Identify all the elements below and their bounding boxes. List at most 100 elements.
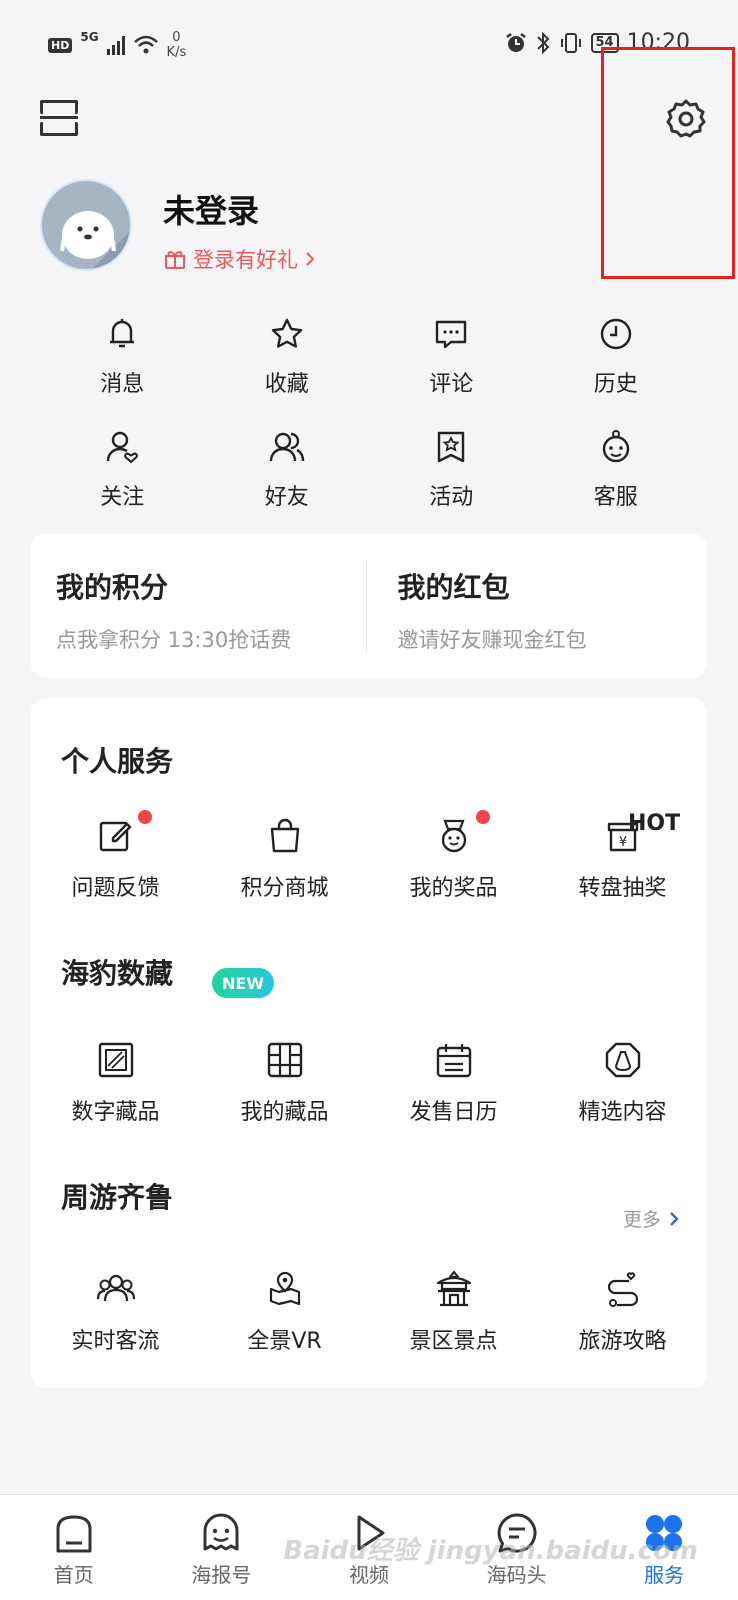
net-speed: 0 K/s	[167, 30, 187, 60]
home-icon	[56, 1515, 92, 1553]
new-badge: NEW	[212, 968, 274, 998]
service-item-label: 我的藏品	[240, 1100, 329, 1125]
quick-item-friends[interactable]: 好友	[205, 429, 370, 542]
prize-icon	[441, 819, 466, 853]
quick-item-comments[interactable]: 评论	[369, 316, 534, 429]
quick-item-label: 活动	[429, 485, 474, 510]
bluetooth-icon	[536, 31, 549, 54]
quick-item-label: 关注	[100, 485, 145, 510]
service-item-selected-content[interactable]: 精选内容	[538, 1040, 707, 1126]
quick-item-follow[interactable]: 关注	[40, 429, 205, 542]
quick-item-messages[interactable]: 消息	[40, 316, 205, 429]
network-type: 5G	[80, 30, 99, 44]
section-title-digital: 海豹数藏	[61, 957, 174, 990]
star-icon	[271, 318, 302, 348]
my-redpack[interactable]: 我的红包 邀请好友赚现金红包	[365, 560, 708, 652]
avatar[interactable]	[40, 179, 132, 271]
poster-icon	[203, 1513, 239, 1551]
service-item-release-calendar[interactable]: 发售日历	[369, 1040, 538, 1126]
vibrate-icon	[560, 32, 581, 53]
crowd-icon	[96, 1274, 135, 1302]
service-item-label: 发售日历	[409, 1100, 498, 1125]
activity-icon	[438, 431, 465, 463]
service-item-label: 我的奖品	[409, 876, 498, 901]
service-item-travel-guide[interactable]: 旅游攻略	[538, 1269, 707, 1355]
net-speed-value: 0	[172, 30, 181, 45]
service-item-label: 转盘抽奖	[578, 876, 667, 901]
chevron-right-icon	[670, 1211, 679, 1226]
bag-icon	[270, 818, 299, 853]
service-item-crowd[interactable]: 实时客流	[31, 1269, 200, 1355]
quick-item-activities[interactable]: 活动	[369, 429, 534, 542]
feedback-icon	[99, 821, 131, 852]
service-item-label: 全景VR	[247, 1329, 322, 1354]
clock-icon	[600, 318, 631, 350]
quick-actions: 消息 收藏 评论 历史 关注 好友 活动 客服	[40, 316, 698, 542]
net-speed-unit: K/s	[166, 45, 187, 60]
service-icon	[602, 430, 629, 463]
quick-item-label: 好友	[264, 485, 309, 510]
username[interactable]: 未登录	[163, 186, 259, 232]
wifi-icon	[133, 35, 158, 54]
alarm-icon	[505, 32, 526, 52]
svg-text:¥: ¥	[618, 835, 626, 850]
route-icon	[607, 1272, 638, 1307]
service-item-vr[interactable]: 全景VR	[200, 1269, 369, 1355]
quick-item-label: 客服	[593, 485, 638, 510]
quick-item-label: 评论	[429, 372, 474, 397]
my-redpack-title: 我的红包	[397, 571, 510, 604]
digital-item-icon	[98, 1042, 133, 1078]
seal-avatar-icon	[60, 211, 130, 269]
tab-poster[interactable]: 海报号	[148, 1495, 296, 1600]
calendar-icon	[436, 1044, 471, 1078]
bell-icon	[110, 319, 135, 348]
selected-icon	[605, 1042, 640, 1078]
my-points[interactable]: 我的积分 点我拿积分 13:30抢话费	[31, 534, 366, 678]
my-points-title: 我的积分	[56, 571, 169, 604]
section-title-personal: 个人服务	[61, 745, 174, 778]
tab-label: 海报号	[191, 1563, 252, 1587]
signal-icon	[106, 35, 125, 55]
pavilion-icon	[436, 1270, 471, 1307]
gift-icon	[165, 251, 185, 269]
quick-item-label: 消息	[100, 372, 145, 397]
chevron-right-icon	[306, 252, 315, 266]
digital-collection-row: 数字藏品 我的藏品 发售日历 精选内容	[31, 1040, 707, 1126]
grid-icon	[267, 1042, 302, 1078]
service-item-points-mall[interactable]: 积分商城	[200, 816, 369, 902]
quick-item-customer-service[interactable]: 客服	[534, 429, 699, 542]
scan-icon[interactable]	[40, 100, 78, 136]
service-item-digital-items[interactable]: 数字藏品	[31, 1040, 200, 1126]
more-link[interactable]: 更多	[623, 1205, 679, 1232]
service-item-label: 精选内容	[578, 1100, 667, 1125]
hot-badge: HOT	[628, 811, 681, 836]
service-item-my-collection[interactable]: 我的藏品	[200, 1040, 369, 1126]
service-item-label: 问题反馈	[71, 876, 160, 901]
service-item-label: 旅游攻略	[578, 1329, 667, 1354]
login-gift-link[interactable]: 登录有好礼	[163, 244, 316, 274]
notification-dot	[138, 810, 152, 824]
tab-label: 首页	[53, 1563, 94, 1587]
service-item-label: 积分商城	[240, 876, 329, 901]
quick-item-history[interactable]: 历史	[534, 316, 699, 429]
friends-icon	[269, 432, 304, 462]
travel-row: 实时客流 全景VR 景区景点 旅游攻略	[31, 1269, 707, 1355]
service-item-label: 数字藏品	[71, 1100, 160, 1125]
more-link-text: 更多	[622, 1209, 661, 1231]
highlight-box	[601, 47, 735, 279]
service-item-feedback[interactable]: 问题反馈	[31, 810, 200, 902]
points-card: 我的积分 点我拿积分 13:30抢话费 我的红包 邀请好友赚现金红包	[31, 534, 707, 678]
notification-dot	[476, 810, 490, 824]
tab-home[interactable]: 首页	[0, 1495, 148, 1600]
service-item-lottery[interactable]: HOT ¥ 转盘抽奖	[538, 811, 707, 902]
service-item-scenic-spots[interactable]: 景区景点	[369, 1269, 538, 1355]
quick-item-label: 历史	[593, 372, 638, 397]
service-item-my-prizes[interactable]: 我的奖品	[369, 810, 538, 902]
follow-icon	[107, 431, 139, 464]
comment-icon	[436, 320, 467, 349]
service-item-label: 实时客流	[71, 1329, 160, 1354]
section-title-travel: 周游齐鲁	[61, 1181, 174, 1214]
my-redpack-subtitle: 邀请好友赚现金红包	[397, 628, 587, 652]
quick-item-favorites[interactable]: 收藏	[205, 316, 370, 429]
personal-service-row: 问题反馈 积分商城 我的奖品 HOT ¥ 转盘抽奖	[31, 810, 707, 902]
